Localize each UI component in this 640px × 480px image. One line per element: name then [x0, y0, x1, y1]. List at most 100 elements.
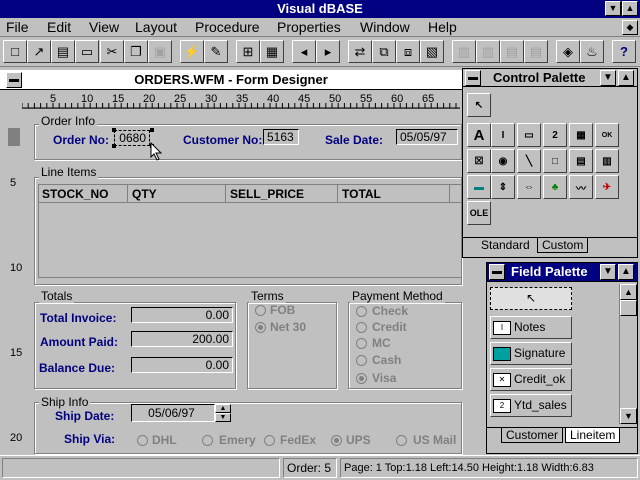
pointer-tool-icon[interactable]: ↖: [467, 93, 491, 117]
grid-column-qty[interactable]: QTY: [132, 187, 157, 201]
line-items-grid[interactable]: STOCK_NO QTY SELL_PRICE TOTAL: [38, 184, 462, 278]
spinbox-tool-icon[interactable]: 2: [543, 123, 567, 147]
customer-no-field[interactable]: 5163: [263, 129, 299, 145]
lamp-icon[interactable]: ♨: [580, 40, 604, 63]
previous-page-icon[interactable]: ◂: [292, 40, 316, 63]
payment-visa-radio[interactable]: [356, 373, 367, 384]
control-palette-menu[interactable]: ▬: [465, 70, 481, 86]
expert-icon[interactable]: ◈: [556, 40, 580, 63]
checkbox-tool-icon[interactable]: ☒: [467, 149, 491, 173]
control-palette-dropdown-icon[interactable]: ▼: [600, 70, 616, 86]
field-pointer-icon[interactable]: ↖: [490, 287, 572, 310]
control-palette-maximize-icon[interactable]: ▲: [618, 70, 634, 86]
group-icon[interactable]: ▧: [420, 40, 444, 63]
menu-view[interactable]: View: [89, 19, 119, 36]
next-page-icon[interactable]: ▸: [316, 40, 340, 63]
tab-lineitem[interactable]: Lineitem: [565, 428, 621, 443]
align-right-icon[interactable]: ▥: [476, 40, 500, 63]
field-palette-maximize-icon[interactable]: ▲: [618, 264, 634, 280]
scroll-up-icon[interactable]: ▲: [620, 284, 637, 300]
line-tool-icon[interactable]: ╲: [517, 149, 541, 173]
grid-column-sell-price[interactable]: SELL_PRICE: [230, 187, 304, 201]
ship-emery-radio[interactable]: [202, 435, 213, 446]
text-tool-icon[interactable]: A: [467, 123, 491, 147]
save-icon[interactable]: ▤: [51, 40, 75, 63]
scroll-thumb[interactable]: [620, 300, 637, 316]
tab-customer[interactable]: Customer: [501, 428, 564, 443]
hscroll-tool-icon[interactable]: ⇔: [517, 175, 541, 199]
browse-tool-icon[interactable]: ▤: [569, 149, 593, 173]
payment-credit-radio[interactable]: [356, 322, 367, 333]
print-icon[interactable]: ▭: [75, 40, 99, 63]
help-icon[interactable]: ?: [612, 40, 636, 63]
terms-fob-radio[interactable]: [255, 305, 266, 316]
balance-due-field[interactable]: 0.00: [131, 357, 233, 373]
send-back-icon[interactable]: ⧈: [396, 40, 420, 63]
rocket-tool-icon[interactable]: ✈: [595, 175, 619, 199]
spin-down-icon[interactable]: ▼: [215, 413, 231, 422]
spin-up-icon[interactable]: ▲: [215, 404, 231, 413]
payment-mc-radio[interactable]: [356, 338, 367, 349]
order-no-field[interactable]: 0680: [114, 130, 150, 146]
payment-check-radio[interactable]: [356, 306, 367, 317]
field-credit-ok[interactable]: ✕ Credit_ok: [490, 368, 572, 391]
menu-properties[interactable]: Properties: [277, 19, 341, 36]
paste-icon[interactable]: ▣: [148, 40, 172, 63]
object-inspector-icon[interactable]: ⊞: [236, 40, 260, 63]
amount-paid-field[interactable]: 200.00: [131, 331, 233, 347]
menu-file[interactable]: File: [6, 19, 29, 36]
new-icon[interactable]: □: [3, 40, 27, 63]
ship-fedex-radio[interactable]: [264, 435, 275, 446]
field-signature[interactable]: Signature: [490, 342, 572, 365]
cut-icon[interactable]: ✂: [100, 40, 124, 63]
ole-tool-icon[interactable]: OLE: [467, 201, 491, 225]
tab-custom[interactable]: Custom: [537, 238, 589, 253]
minimize-button[interactable]: ▼: [605, 1, 621, 16]
align-left-icon[interactable]: ▥: [452, 40, 476, 63]
field-palette-scrollbar[interactable]: ▲ ▼: [619, 284, 637, 424]
procedure-editor-icon[interactable]: ▦: [260, 40, 284, 63]
chart-tool-icon[interactable]: 〰: [569, 175, 593, 199]
menu-layout[interactable]: Layout: [135, 19, 177, 36]
field-palette-menu[interactable]: ▬: [489, 264, 505, 280]
form-canvas[interactable]: Order Info Order No: 0680 Customer No: 5…: [24, 109, 462, 454]
design-icon[interactable]: ✎: [204, 40, 228, 63]
selection-handle[interactable]: [150, 128, 154, 132]
scroll-down-icon[interactable]: ▼: [620, 408, 637, 424]
selection-handle[interactable]: [112, 128, 116, 132]
menu-window[interactable]: Window: [360, 19, 410, 36]
rectangle-tool-icon[interactable]: □: [543, 149, 567, 173]
ship-date-field[interactable]: 05/06/97: [131, 404, 215, 422]
field-palette-dropdown-icon[interactable]: ▼: [600, 264, 616, 280]
grid-column-total[interactable]: TOTAL: [342, 187, 381, 201]
pushbutton-tool-icon[interactable]: OK: [595, 123, 619, 147]
menu-procedure[interactable]: Procedure: [195, 19, 260, 36]
terms-net30-radio[interactable]: [255, 322, 266, 333]
restore-button[interactable]: ◆: [622, 20, 638, 35]
shapes-tool-icon[interactable]: ♣: [543, 175, 567, 199]
ship-ups-radio[interactable]: [331, 435, 342, 446]
selection-handle[interactable]: [112, 144, 116, 148]
run-icon[interactable]: ⚡: [180, 40, 204, 63]
total-invoice-field[interactable]: 0.00: [131, 307, 233, 323]
ship-dhl-radio[interactable]: [137, 435, 148, 446]
copy-icon[interactable]: ❐: [124, 40, 148, 63]
ship-usmail-radio[interactable]: [396, 435, 407, 446]
radiobutton-tool-icon[interactable]: ◉: [491, 149, 515, 173]
listbox-tool-icon[interactable]: ▥: [595, 149, 619, 173]
align-top-icon[interactable]: ▤: [500, 40, 524, 63]
payment-cash-radio[interactable]: [356, 355, 367, 366]
grid-column-stock-no[interactable]: STOCK_NO: [42, 187, 108, 201]
align-bottom-icon[interactable]: ▤: [524, 40, 548, 63]
field-notes[interactable]: I Notes: [490, 316, 572, 339]
scrollbar-tool-icon[interactable]: ⇕: [491, 175, 515, 199]
entryfield-tool-icon[interactable]: I: [491, 123, 515, 147]
image-tool-icon[interactable]: ▬: [467, 175, 491, 199]
tab-standard[interactable]: Standard: [477, 238, 534, 252]
menu-help[interactable]: Help: [428, 19, 457, 36]
combobox-tool-icon[interactable]: ▭: [517, 123, 541, 147]
menu-edit[interactable]: Edit: [47, 19, 71, 36]
tab-order-icon[interactable]: ⇄: [348, 40, 372, 63]
open-icon[interactable]: ↗: [27, 40, 51, 63]
field-ytd-sales[interactable]: 2 Ytd_sales: [490, 394, 572, 417]
